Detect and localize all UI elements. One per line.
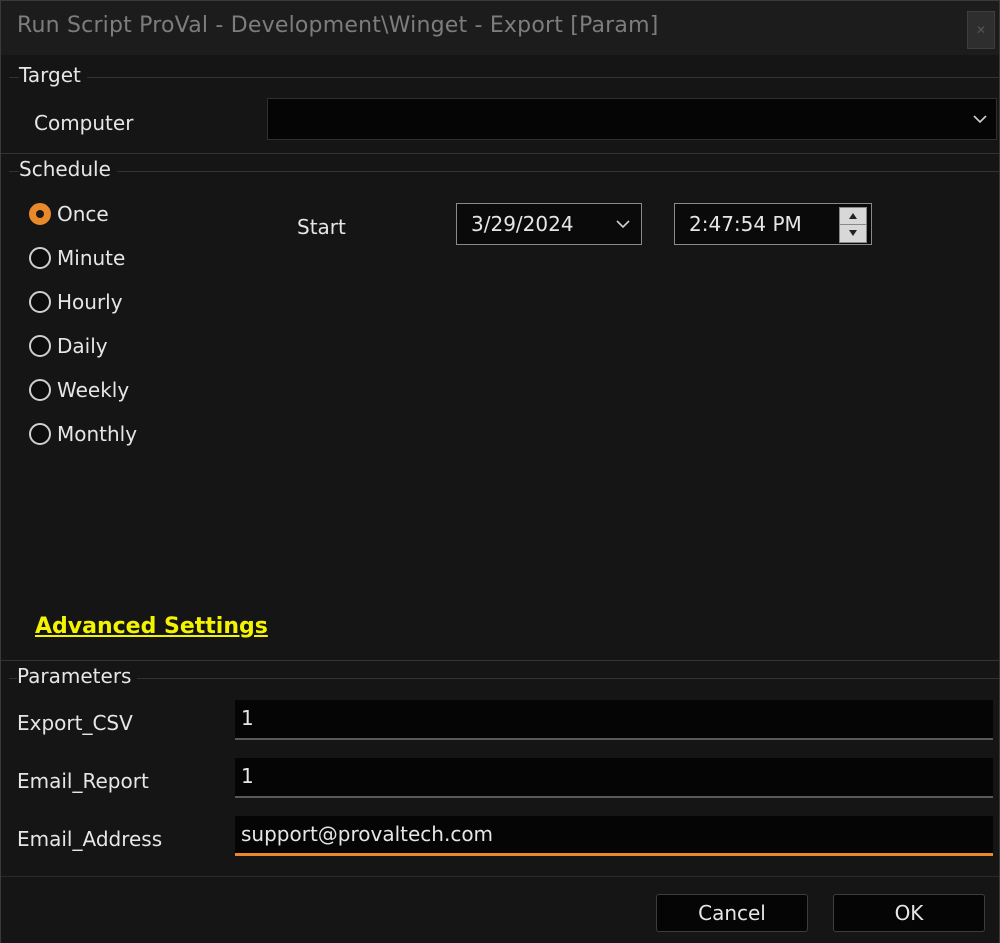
radio-minute[interactable]: Minute (29, 243, 125, 273)
chevron-down-icon (616, 220, 630, 229)
radio-daily[interactable]: Daily (29, 331, 108, 361)
export-csv-label: Export_CSV (17, 711, 133, 735)
email-address-input[interactable]: support@provaltech.com (235, 816, 993, 856)
radio-daily-indicator (29, 335, 51, 357)
title-bar: Run Script ProVal - Development\Winget -… (1, 1, 999, 55)
radio-hourly[interactable]: Hourly (29, 287, 123, 317)
close-button[interactable]: ✕ (967, 11, 995, 49)
radio-once-label: Once (57, 202, 109, 226)
start-time-value: 2:47:54 PM (689, 212, 802, 236)
radio-daily-label: Daily (57, 334, 108, 358)
start-date-picker[interactable]: 3/29/2024 (456, 203, 642, 245)
radio-hourly-label: Hourly (57, 290, 123, 314)
computer-label: Computer (34, 111, 134, 135)
radio-weekly-indicator (29, 379, 51, 401)
radio-weekly[interactable]: Weekly (29, 375, 129, 405)
radio-minute-label: Minute (57, 246, 126, 270)
start-label: Start (297, 215, 346, 239)
radio-monthly-label: Monthly (57, 422, 138, 446)
radio-once-indicator (29, 203, 51, 225)
radio-minute-indicator (29, 247, 51, 269)
ok-button[interactable]: OK (833, 894, 985, 932)
time-spinner (839, 207, 867, 243)
radio-hourly-indicator (29, 291, 51, 313)
schedule-top-divider (1, 153, 999, 154)
radio-monthly[interactable]: Monthly (29, 419, 137, 449)
export-csv-input[interactable]: 1 (235, 700, 993, 740)
spin-down-icon (849, 230, 857, 236)
time-spin-up-button[interactable] (840, 208, 866, 225)
parameters-divider (9, 678, 999, 679)
target-section-label: Target (19, 63, 87, 87)
radio-monthly-indicator (29, 423, 51, 445)
cancel-button[interactable]: Cancel (656, 894, 808, 932)
schedule-section-label: Schedule (19, 157, 117, 181)
email-address-label: Email_Address (17, 827, 163, 851)
close-icon: ✕ (975, 23, 987, 37)
chevron-down-icon (973, 115, 987, 124)
schedule-divider (9, 171, 999, 172)
spin-up-icon (849, 213, 857, 219)
window-title: Run Script ProVal - Development\Winget -… (17, 13, 659, 38)
radio-once[interactable]: Once (29, 199, 109, 229)
target-divider (9, 77, 999, 78)
computer-dropdown[interactable] (267, 98, 997, 140)
start-date-value: 3/29/2024 (471, 212, 574, 236)
radio-weekly-label: Weekly (57, 378, 130, 402)
advanced-settings-link[interactable]: Advanced Settings (35, 614, 268, 639)
email-report-input[interactable]: 1 (235, 758, 993, 798)
time-spin-down-button[interactable] (840, 225, 866, 241)
parameters-section-label: Parameters (17, 664, 138, 688)
start-time-picker[interactable]: 2:47:54 PM (674, 203, 872, 245)
parameters-top-divider (1, 660, 999, 661)
email-report-label: Email_Report (17, 769, 149, 793)
run-script-dialog: Run Script ProVal - Development\Winget -… (0, 0, 1000, 943)
dialog-footer: Cancel OK (1, 876, 999, 943)
